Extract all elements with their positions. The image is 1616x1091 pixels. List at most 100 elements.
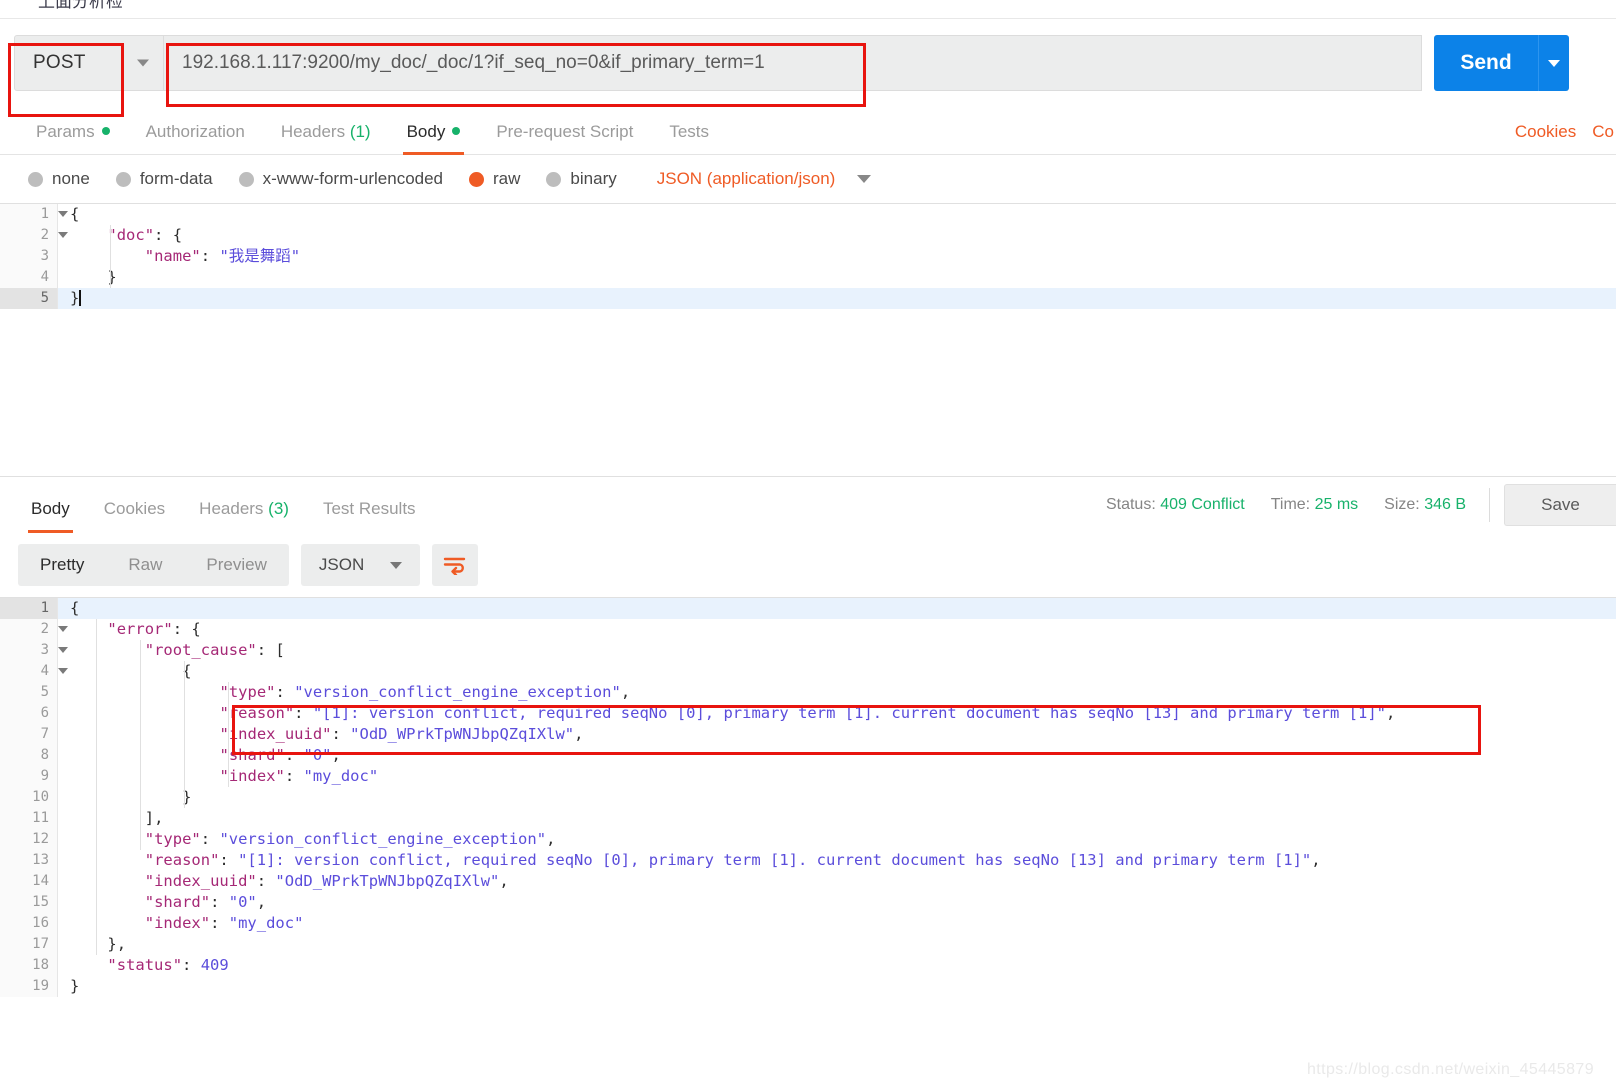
code-line: { <box>70 205 80 223</box>
status-field: Status: 409 Conflict <box>1106 496 1245 514</box>
send-options-button[interactable] <box>1538 35 1569 91</box>
radio-selected-icon <box>469 171 485 187</box>
send-button[interactable]: Send <box>1434 35 1538 91</box>
line-number: 13 <box>32 852 49 868</box>
tab-pre-request-script[interactable]: Pre-request Script <box>478 122 651 154</box>
top-cutoff-strip: 上面分析检 <box>0 0 1616 19</box>
status-label: Status: <box>1105 496 1156 513</box>
body-type-none[interactable]: none <box>28 169 90 189</box>
line-number: 17 <box>32 936 49 952</box>
response-tab-body-label: Body <box>31 499 70 518</box>
response-view-mode-group: Pretty Raw Preview <box>18 544 289 586</box>
request-url-input[interactable]: 192.168.1.117:9200/my_doc/_doc/1?if_seq_… <box>164 35 1422 91</box>
response-meta: Status: 409 Conflict Time: 25 ms Size: 3… <box>1106 496 1466 514</box>
tab-headers-count: (1) <box>349 122 371 141</box>
request-body-editor[interactable]: 12 3 4 5 { "doc": { "name": "我是舞蹈" }} <box>0 203 1616 476</box>
code-line: "root_cause": [ <box>144 641 285 659</box>
line-number: 19 <box>32 978 49 994</box>
tab-tests[interactable]: Tests <box>651 122 727 154</box>
status-badge: 409 Conflict <box>1160 496 1245 513</box>
text-caret <box>79 290 82 306</box>
line-number: 5 <box>0 288 57 309</box>
wrap-lines-button[interactable] <box>432 544 479 586</box>
code-line: "index_uuid": "OdD_WPrkTpWNJbpQZqIXlw", <box>144 872 509 890</box>
tab-authorization[interactable]: Authorization <box>128 122 263 154</box>
http-method-select[interactable]: POST <box>14 35 164 91</box>
code-line: ], <box>144 809 164 827</box>
tab-params-label: Params <box>36 122 95 141</box>
body-type-raw[interactable]: raw <box>469 169 520 189</box>
request-editor-code[interactable]: { "doc": { "name": "我是舞蹈" }} <box>58 204 1616 309</box>
radio-icon <box>238 171 254 187</box>
response-body-editor[interactable]: 1 2 3 4 5 6 7 8 9 10 11 12 13 14 15 16 17 18 19 { "error":… <box>0 597 1616 1013</box>
body-type-form-data[interactable]: form-data <box>115 169 213 189</box>
body-type-none-label: none <box>52 169 90 188</box>
code-link[interactable]: Co <box>1592 122 1614 142</box>
line-number: 9 <box>40 768 49 784</box>
tab-params[interactable]: Params <box>18 122 128 154</box>
line-number: 6 <box>40 705 49 721</box>
request-url-row: POST 192.168.1.117:9200/my_doc/_doc/1?if… <box>0 19 1616 117</box>
code-line: "shard": "0", <box>219 746 341 764</box>
chevron-down-icon <box>1548 59 1560 67</box>
line-number: 3 <box>40 248 49 264</box>
request-editor-gutter: 12 3 4 5 <box>0 204 68 309</box>
code-line: } <box>107 268 117 286</box>
code-line: "reason": "[1]: version conflict, requir… <box>219 704 1396 722</box>
line-number: 3 <box>0 640 68 661</box>
body-type-binary[interactable]: binary <box>546 169 617 189</box>
body-type-urlencoded[interactable]: x-www-form-urlencoded <box>238 169 444 189</box>
response-tab-body[interactable]: Body <box>14 499 87 533</box>
cookies-link[interactable]: Cookies <box>1515 122 1576 142</box>
view-mode-preview[interactable]: Preview <box>184 544 288 586</box>
response-tabs: Body Cookies Headers (3) Test Results <box>0 477 433 533</box>
size-field: Size: 346 B <box>1384 496 1466 514</box>
body-type-selector: none form-data x-www-form-urlencoded raw… <box>0 155 1616 203</box>
response-toolbar: Pretty Raw Preview JSON <box>0 533 1616 597</box>
code-line: "index": "my_doc" <box>219 767 379 785</box>
code-line: "index_uuid": "OdD_WPrkTpWNJbpQZqIXlw", <box>219 725 584 743</box>
view-mode-pretty[interactable]: Pretty <box>18 544 106 586</box>
tab-tests-label: Tests <box>669 122 710 141</box>
time-field: Time: 25 ms <box>1271 496 1358 514</box>
body-type-form-data-label: form-data <box>139 169 213 188</box>
code-line: "error": { <box>107 620 201 638</box>
line-number: 7 <box>40 726 49 742</box>
code-line: "index": "my_doc" <box>144 914 304 932</box>
code-line: "doc": { <box>107 226 183 244</box>
code-line: }, <box>107 935 127 953</box>
tab-headers[interactable]: Headers (1) <box>263 122 389 154</box>
response-editor-code[interactable]: { "error": { "root_cause": [ { "type": "… <box>58 598 1616 997</box>
divider <box>1489 488 1490 522</box>
line-number: 15 <box>32 894 49 910</box>
response-tab-cookies-label: Cookies <box>103 499 166 518</box>
tab-body[interactable]: Body <box>389 122 479 155</box>
view-mode-raw[interactable]: Raw <box>106 544 184 586</box>
save-response-button[interactable]: Save <box>1504 484 1616 526</box>
modified-dot-icon <box>452 127 461 135</box>
tab-authorization-label: Authorization <box>145 122 245 141</box>
response-tab-test-results[interactable]: Test Results <box>306 499 433 533</box>
body-type-raw-label: raw <box>493 169 521 188</box>
response-format-select[interactable]: JSON <box>300 544 421 586</box>
body-type-binary-label: binary <box>570 169 617 188</box>
content-type-label: JSON (application/json) <box>656 169 836 188</box>
line-number: 11 <box>32 810 49 826</box>
response-editor-gutter: 1 2 3 4 5 6 7 8 9 10 11 12 13 14 15 16 17 18 19 <box>0 598 68 997</box>
code-line: { <box>182 662 192 680</box>
code-line: "status": 409 <box>107 956 229 974</box>
line-number: 2 <box>0 619 68 640</box>
response-tab-headers[interactable]: Headers (3) <box>182 499 306 533</box>
line-number: 1 <box>0 204 68 225</box>
code-line: "type": "version_conflict_engine_excepti… <box>144 830 556 848</box>
response-tab-cookies[interactable]: Cookies <box>87 499 182 533</box>
radio-icon <box>115 171 131 187</box>
time-label: Time: <box>1270 496 1311 513</box>
response-tab-test-results-label: Test Results <box>322 499 416 518</box>
code-line: "shard": "0", <box>144 893 267 911</box>
chevron-down-icon <box>137 59 149 67</box>
code-line: "type": "version_conflict_engine_excepti… <box>219 683 631 701</box>
content-type-select[interactable]: JSON (application/json) <box>657 169 872 189</box>
body-type-urlencoded-label: x-www-form-urlencoded <box>262 169 444 188</box>
code-line: } <box>58 288 1616 309</box>
